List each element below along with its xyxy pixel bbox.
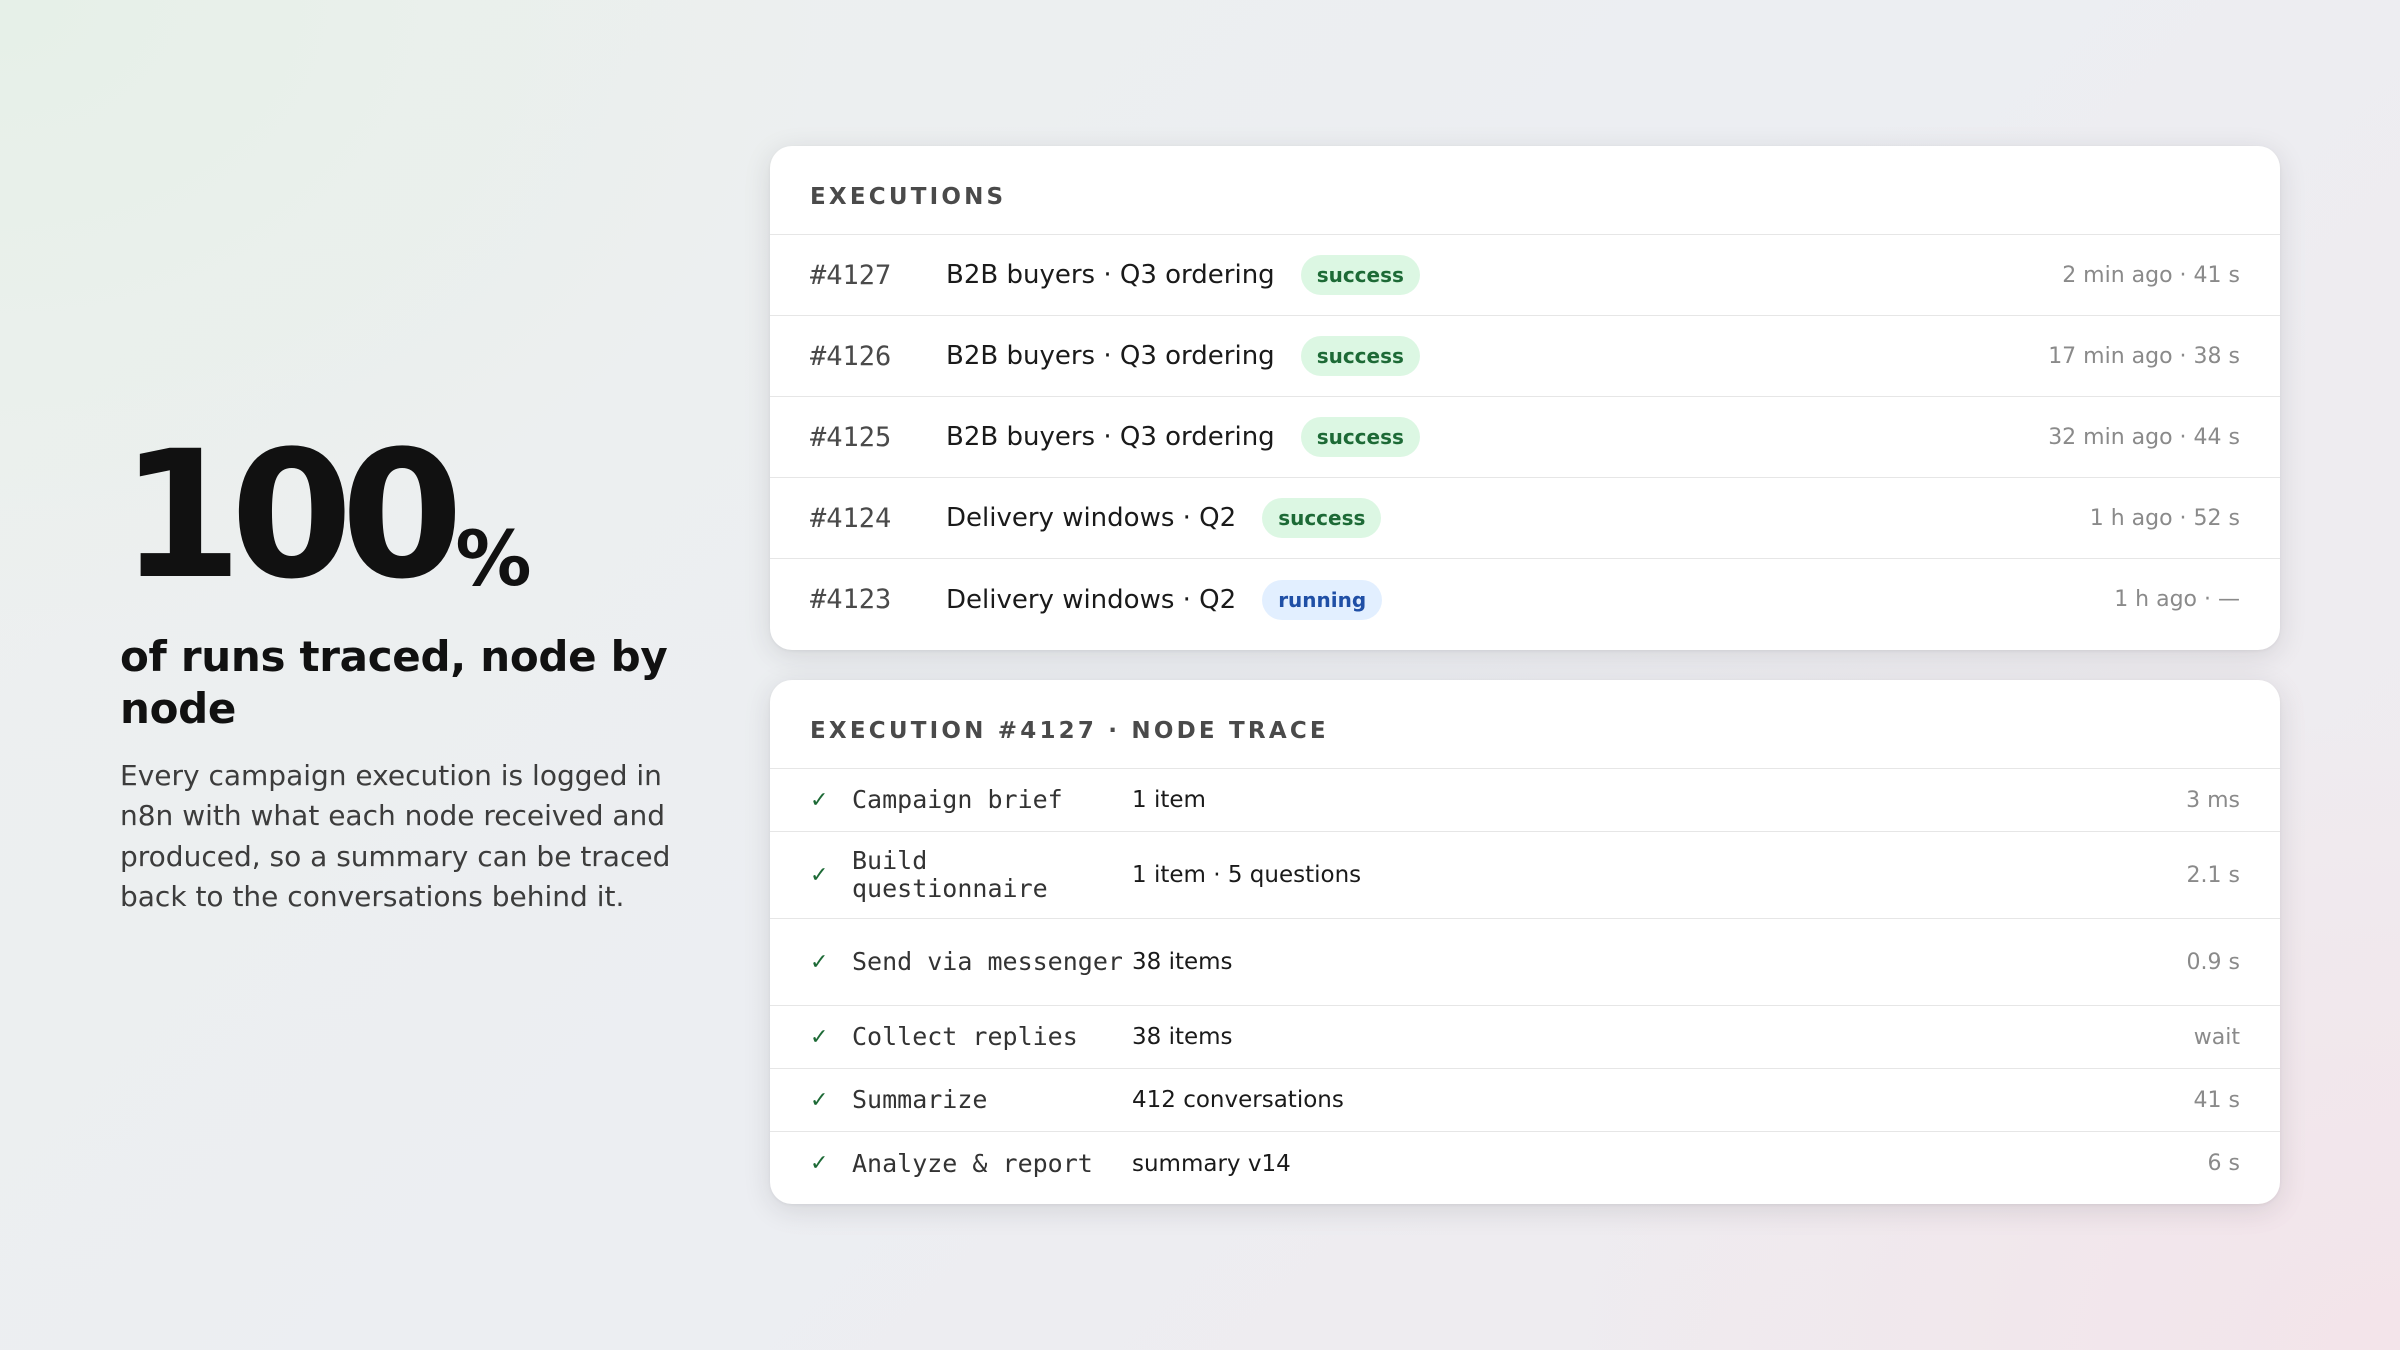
execution-row[interactable]: #4123 Delivery windows · Q2 running 1 h … bbox=[770, 559, 2280, 640]
node-time: 2.1 s bbox=[2186, 862, 2240, 888]
node-time: 41 s bbox=[2193, 1087, 2240, 1113]
node-time: 6 s bbox=[2207, 1151, 2240, 1176]
execution-meta: 2 min ago · 41 s bbox=[2062, 262, 2240, 288]
node-io: 412 conversations bbox=[1132, 1087, 1344, 1113]
trace-row[interactable]: ✓ Analyze & report summary v14 6 s bbox=[770, 1132, 2280, 1195]
node-io: 1 item bbox=[1132, 787, 1206, 813]
check-icon: ✓ bbox=[810, 862, 829, 888]
status-badge: success bbox=[1300, 417, 1420, 457]
hero-stat: 100 % bbox=[120, 413, 680, 618]
status-badge: success bbox=[1300, 336, 1420, 376]
execution-meta: 1 h ago · — bbox=[2114, 587, 2240, 612]
hero-section: 100 % of runs traced, node by node Every… bbox=[120, 413, 680, 918]
status-badge: success bbox=[1300, 255, 1420, 295]
node-trace-card: EXECUTION #4127 · NODE TRACE ✓ Campaign … bbox=[770, 680, 2280, 1204]
node-name: Build questionnaire bbox=[852, 846, 1048, 903]
status-badge: running bbox=[1262, 579, 1383, 620]
execution-name: B2B buyers · Q3 ordering bbox=[946, 422, 1275, 452]
node-time: 0.9 s bbox=[2186, 949, 2240, 975]
execution-name: B2B buyers · Q3 ordering bbox=[946, 260, 1275, 290]
execution-row[interactable]: #4127 B2B buyers · Q3 ordering success 2… bbox=[770, 235, 2280, 316]
node-time: 3 ms bbox=[2186, 787, 2240, 813]
executions-title: EXECUTIONS bbox=[770, 146, 2280, 235]
check-icon: ✓ bbox=[810, 1024, 829, 1050]
execution-id: #4127 bbox=[810, 259, 892, 291]
status-badge: success bbox=[1262, 498, 1382, 538]
check-icon: ✓ bbox=[810, 949, 829, 975]
check-icon: ✓ bbox=[810, 1087, 829, 1113]
execution-id: #4125 bbox=[810, 421, 892, 453]
node-io: 38 items bbox=[1132, 949, 1233, 975]
node-name: Send via messenger bbox=[852, 947, 1123, 976]
execution-name: B2B buyers · Q3 ordering bbox=[946, 341, 1275, 371]
trace-row[interactable]: ✓ Summarize 412 conversations 41 s bbox=[770, 1069, 2280, 1132]
execution-name: Delivery windows · Q2 bbox=[946, 584, 1237, 615]
node-time: wait bbox=[2193, 1024, 2240, 1050]
execution-row[interactable]: #4126 B2B buyers · Q3 ordering success 1… bbox=[770, 316, 2280, 397]
execution-id: #4124 bbox=[810, 502, 892, 534]
node-io: summary v14 bbox=[1132, 1150, 1291, 1177]
trace-row[interactable]: ✓ Campaign brief 1 item 3 ms bbox=[770, 769, 2280, 832]
node-name: Campaign brief bbox=[852, 785, 1063, 814]
hero-number: 100 bbox=[120, 413, 463, 618]
trace-row[interactable]: ✓ Build questionnaire 1 item · 5 questio… bbox=[770, 832, 2280, 919]
execution-id: #4123 bbox=[810, 584, 892, 615]
node-name: Summarize bbox=[852, 1085, 988, 1114]
hero-body: Every campaign execution is logged in n8… bbox=[120, 758, 671, 914]
node-io: 1 item · 5 questions bbox=[1132, 862, 1362, 888]
node-name: Collect replies bbox=[852, 1022, 1078, 1051]
check-icon: ✓ bbox=[810, 1151, 829, 1176]
execution-meta: 17 min ago · 38 s bbox=[2048, 343, 2240, 369]
trace-row[interactable]: ✓ Collect replies 38 items wait bbox=[770, 1006, 2280, 1069]
execution-meta: 1 h ago · 52 s bbox=[2089, 505, 2240, 531]
trace-row[interactable]: ✓ Send via messenger 38 items 0.9 s bbox=[770, 919, 2280, 1006]
execution-row[interactable]: #4125 B2B buyers · Q3 ordering success 3… bbox=[770, 397, 2280, 478]
execution-name: Delivery windows · Q2 bbox=[946, 503, 1237, 533]
hero-unit: % bbox=[455, 514, 531, 604]
hero-headline: of runs traced, node by node bbox=[120, 632, 668, 734]
execution-meta: 32 min ago · 44 s bbox=[2048, 424, 2240, 450]
executions-card: EXECUTIONS #4127 B2B buyers · Q3 orderin… bbox=[770, 146, 2280, 650]
execution-row[interactable]: #4124 Delivery windows · Q2 success 1 h … bbox=[770, 478, 2280, 559]
execution-id: #4126 bbox=[810, 340, 892, 372]
node-trace-title: EXECUTION #4127 · NODE TRACE bbox=[770, 680, 2280, 769]
node-name: Analyze & report bbox=[852, 1148, 1093, 1178]
check-icon: ✓ bbox=[810, 787, 829, 813]
node-io: 38 items bbox=[1132, 1024, 1233, 1050]
